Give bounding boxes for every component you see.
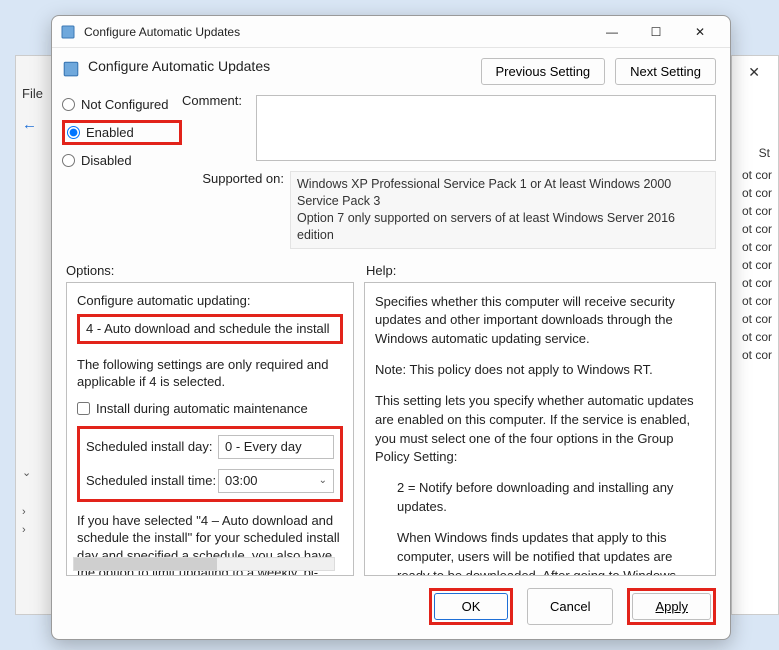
radio-disabled-input[interactable] (62, 154, 75, 167)
configure-updating-combo[interactable]: 4 - Auto download and schedule the insta… (80, 317, 340, 341)
panels: Configure automatic updating: 4 - Auto d… (52, 282, 730, 577)
bg-row: ot cor (742, 312, 772, 326)
state-block: Not Configured Enabled Disabled Comment:… (52, 85, 730, 249)
supported-row: Supported on: Windows XP Professional Se… (182, 171, 716, 249)
highlight-ok: OK (429, 588, 513, 625)
supported-label: Supported on: (182, 171, 290, 249)
radio-enabled[interactable]: Enabled (67, 125, 134, 140)
radio-not-configured[interactable]: Not Configured (62, 97, 182, 112)
help-option-2-detail: When Windows finds updates that apply to… (375, 529, 705, 576)
highlight-enabled: Enabled (62, 120, 182, 145)
configure-updating-label: Configure automatic updating: (77, 293, 343, 308)
tree-chevron-icon[interactable]: › (22, 506, 26, 518)
policy-title: Configure Automatic Updates (88, 58, 471, 74)
radio-not-configured-input[interactable] (62, 98, 75, 111)
sched-day-combo[interactable]: 0 - Every day (218, 435, 334, 459)
install-maintenance-checkbox[interactable] (77, 402, 90, 415)
close-icon[interactable]: ✕ (748, 64, 760, 81)
policy-dialog: Configure Automatic Updates — ☐ ✕ Config… (51, 15, 731, 640)
highlight-schedule: Scheduled install day: 0 - Every day Sch… (77, 426, 343, 502)
bg-row: ot cor (742, 168, 772, 182)
sched-time-combo[interactable]: 03:00 ⌄ (218, 469, 334, 493)
section-headers: Options: Help: (52, 249, 730, 282)
combo-value: 4 - Auto download and schedule the insta… (86, 321, 330, 336)
scrollbar-thumb[interactable] (74, 558, 217, 570)
bg-row: ot cor (742, 276, 772, 290)
install-maintenance-checkbox-row[interactable]: Install during automatic maintenance (77, 401, 343, 416)
state-column-header: St (759, 146, 770, 160)
previous-setting-button[interactable]: Previous Setting (481, 58, 606, 85)
maximize-button[interactable]: ☐ (634, 17, 678, 47)
background-window-left: File ← ⌄ › › (15, 55, 55, 615)
highlight-apply: Apply (627, 588, 716, 625)
titlebar: Configure Automatic Updates — ☐ ✕ (52, 16, 730, 48)
help-paragraph: Note: This policy does not apply to Wind… (375, 361, 705, 380)
state-radio-group: Not Configured Enabled Disabled (62, 93, 182, 249)
comment-textarea[interactable] (256, 95, 716, 161)
cancel-button[interactable]: Cancel (527, 588, 613, 625)
combo-value: 03:00 (225, 473, 258, 488)
bg-row: ot cor (742, 330, 772, 344)
bg-row: ot cor (742, 204, 772, 218)
sched-day-label: Scheduled install day: (86, 439, 218, 454)
comment-column: Comment: Supported on: Windows XP Profes… (182, 93, 716, 249)
options-header: Options: (66, 263, 366, 278)
radio-label: Not Configured (81, 97, 168, 112)
bg-row: ot cor (742, 240, 772, 254)
chevron-down-icon: ⌄ (319, 475, 327, 486)
bg-row: ot cor (742, 348, 772, 362)
radio-label: Enabled (86, 125, 134, 140)
highlight-configure-combo: 4 - Auto download and schedule the insta… (77, 314, 343, 344)
close-button[interactable]: ✕ (678, 17, 722, 47)
combo-value: 0 - Every day (225, 439, 302, 454)
apply-button[interactable]: Apply (632, 593, 711, 620)
radio-disabled[interactable]: Disabled (62, 153, 182, 168)
dialog-footer: OK Cancel Apply (52, 576, 730, 639)
policy-icon (62, 60, 80, 78)
help-paragraph: Specifies whether this computer will rec… (375, 293, 705, 350)
radio-enabled-input[interactable] (67, 126, 80, 139)
back-arrow-icon[interactable]: ← (22, 116, 37, 133)
bg-row: ot cor (742, 222, 772, 236)
ok-button[interactable]: OK (434, 593, 508, 620)
tree-chevron-icon[interactable]: ⌄ (22, 466, 31, 479)
sched-time-label: Scheduled install time: (86, 473, 218, 488)
background-window-right: ✕ St ot cor ot cor ot cor ot cor ot cor … (731, 55, 779, 615)
tree-chevron-icon[interactable]: › (22, 524, 26, 536)
next-setting-button[interactable]: Next Setting (615, 58, 716, 85)
help-panel[interactable]: Specifies whether this computer will rec… (364, 282, 716, 577)
minimize-button[interactable]: — (590, 17, 634, 47)
policy-icon (60, 24, 76, 40)
options-panel: Configure automatic updating: 4 - Auto d… (66, 282, 354, 577)
radio-label: Disabled (81, 153, 132, 168)
help-option-2: 2 = Notify before downloading and instal… (375, 479, 705, 517)
bg-row: ot cor (742, 186, 772, 200)
required-note: The following settings are only required… (77, 356, 343, 391)
header-row: Configure Automatic Updates Previous Set… (52, 48, 730, 85)
checkbox-label: Install during automatic maintenance (96, 401, 308, 416)
bg-row: ot cor (742, 258, 772, 272)
bg-row: ot cor (742, 294, 772, 308)
supported-text: Windows XP Professional Service Pack 1 o… (290, 171, 716, 249)
help-paragraph: This setting lets you specify whether au… (375, 392, 705, 467)
file-menu-label[interactable]: File (22, 86, 43, 101)
options-horizontal-scrollbar[interactable] (73, 557, 335, 571)
comment-label: Comment: (182, 93, 248, 108)
help-header: Help: (366, 263, 396, 278)
window-title: Configure Automatic Updates (84, 25, 590, 39)
